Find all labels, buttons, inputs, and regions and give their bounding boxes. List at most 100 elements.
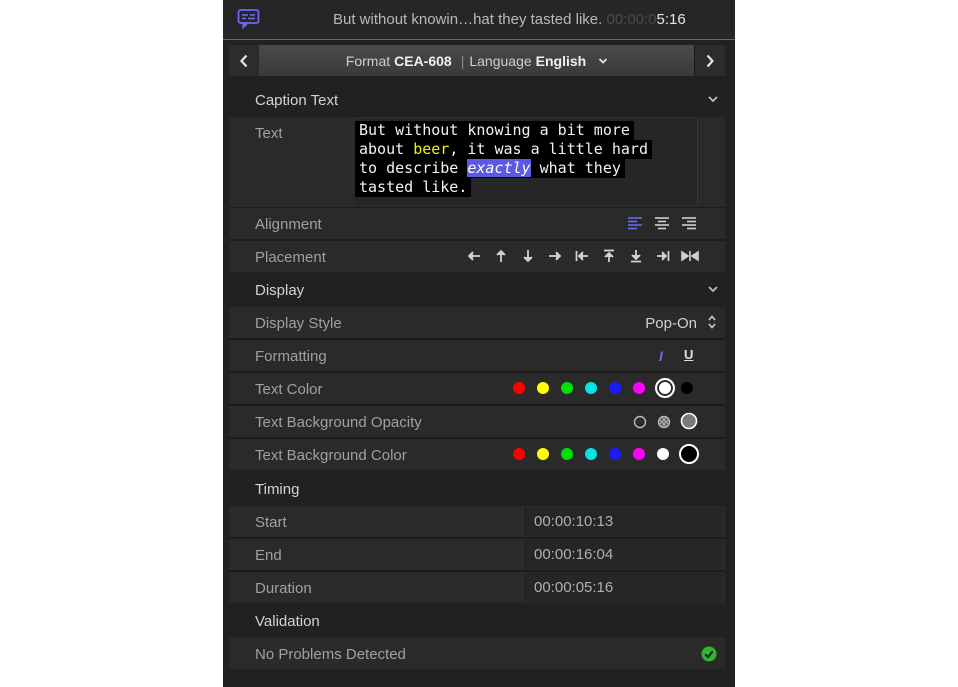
caption-preview-text: But without knowin…hat they tasted like. [333, 11, 603, 28]
display-style-label: Display Style [255, 315, 342, 332]
format-value: CEA-608 [394, 52, 452, 69]
section-title: Display [255, 282, 305, 299]
color-swatch-yellow[interactable] [537, 382, 549, 394]
validation-status-label: No Problems Detected [255, 646, 406, 663]
formatting-row: Formatting I U [229, 340, 725, 371]
validation-section-header: Validation [229, 605, 725, 636]
validation-status-row: No Problems Detected [229, 638, 725, 669]
caption-line: to describe exactly what they [355, 159, 625, 178]
caption-segment: tasted like. [359, 178, 468, 196]
placement-label: Placement [255, 249, 326, 266]
text-label: Text [255, 125, 283, 142]
start-timecode-field[interactable]: 00:00:10:13 [525, 507, 722, 536]
duration-timecode-value: 00:00:05:16 [534, 579, 614, 596]
move-center-icon[interactable] [681, 249, 699, 263]
timing-section-header: Timing [229, 473, 725, 504]
alignment-label: Alignment [255, 216, 322, 233]
format-label: Format [345, 52, 391, 69]
duration-row: Duration 00:00:05:16 [229, 572, 725, 603]
updown-arrows-icon [708, 315, 716, 329]
end-timecode-value: 00:00:16:04 [534, 546, 614, 563]
checkmark-icon [701, 646, 717, 662]
color-swatch-blue[interactable] [609, 382, 621, 394]
text-background-color-label: Text Background Color [255, 447, 407, 464]
text-color-row: Text Color [229, 373, 725, 404]
bg-swatch-white[interactable] [657, 448, 669, 460]
next-caption-button[interactable] [694, 45, 725, 76]
start-timecode-value: 00:00:10:13 [534, 513, 614, 530]
format-language-dropdown[interactable]: Format CEA-608 | Language English [259, 45, 695, 76]
caption-preview-title: But without knowin…hat they tasted like.… [333, 11, 686, 28]
opacity-solid-icon[interactable] [680, 412, 698, 430]
caption-text-section-header[interactable]: Caption Text [229, 84, 725, 115]
placement-row: Placement [229, 241, 725, 272]
alignment-row: Alignment [229, 208, 725, 239]
timecode-dim: 00:00:0 [606, 11, 657, 28]
bg-swatch-blue[interactable] [609, 448, 621, 460]
bg-swatch-black-selected[interactable] [679, 444, 699, 464]
chevron-down-icon [708, 96, 718, 103]
inspector-header: But without knowin…hat they tasted like.… [223, 0, 735, 40]
color-swatch-red[interactable] [513, 382, 525, 394]
caption-segment-selected: exactly [467, 159, 531, 177]
align-center-icon[interactable] [654, 216, 670, 230]
display-section-header[interactable]: Display [229, 274, 725, 305]
color-swatch-white-selected[interactable] [655, 378, 675, 398]
section-title: Timing [255, 481, 300, 498]
captions-inspector: But without knowin…hat they tasted like.… [223, 0, 735, 687]
bg-swatch-cyan[interactable] [585, 448, 597, 460]
arrow-left-icon[interactable] [467, 249, 481, 263]
move-bottom-icon[interactable] [629, 249, 643, 263]
chevron-left-icon [240, 54, 248, 67]
caption-segment: to describe [359, 159, 468, 177]
previous-caption-button[interactable] [229, 45, 260, 76]
move-far-right-icon[interactable] [656, 249, 670, 263]
caption-text-editor[interactable]: But without knowing a bit more about bee… [355, 119, 698, 205]
align-right-icon[interactable] [681, 216, 697, 230]
bg-swatch-green[interactable] [561, 448, 573, 460]
duration-timecode-field[interactable]: 00:00:05:16 [525, 573, 722, 602]
caption-segment: about [359, 140, 414, 158]
arrow-down-icon[interactable] [521, 249, 535, 263]
caption-segment: But without knowing a bit more [359, 121, 630, 139]
underline-button[interactable]: U [684, 347, 693, 362]
end-label: End [255, 547, 282, 564]
text-color-label: Text Color [255, 381, 323, 398]
chevron-down-icon [708, 286, 718, 293]
color-swatch-black[interactable] [681, 382, 693, 394]
display-style-row[interactable]: Display Style Pop-On [229, 307, 725, 338]
opacity-translucent-icon[interactable] [657, 415, 671, 429]
bg-swatch-magenta[interactable] [633, 448, 645, 460]
end-row: End 00:00:16:04 [229, 539, 725, 570]
language-value: English [535, 52, 587, 69]
bg-swatch-red[interactable] [513, 448, 525, 460]
text-background-opacity-label: Text Background Opacity [255, 414, 422, 431]
move-top-icon[interactable] [602, 249, 616, 263]
duration-label: Duration [255, 580, 312, 597]
move-far-left-icon[interactable] [575, 249, 589, 263]
arrow-up-icon[interactable] [494, 249, 508, 263]
italic-button[interactable]: I [659, 348, 663, 364]
caption-format-bar: Format CEA-608 | Language English [229, 45, 725, 76]
language-label: Language [469, 52, 532, 69]
opacity-transparent-icon[interactable] [633, 415, 647, 429]
color-swatch-cyan[interactable] [585, 382, 597, 394]
caption-line: about beer, it was a little hard [355, 140, 652, 159]
formatting-label: Formatting [255, 348, 327, 365]
section-title: Caption Text [255, 92, 339, 109]
start-label: Start [255, 514, 287, 531]
end-timecode-field[interactable]: 00:00:16:04 [525, 540, 722, 569]
caption-line: But without knowing a bit more [355, 121, 634, 140]
start-row: Start 00:00:10:13 [229, 506, 725, 537]
caption-segment: what they [530, 159, 621, 177]
color-swatch-green[interactable] [561, 382, 573, 394]
chevron-right-icon [706, 54, 714, 67]
section-title: Validation [255, 613, 320, 630]
color-swatch-magenta[interactable] [633, 382, 645, 394]
caption-text-row: Text But without knowing a bit more abou… [229, 117, 725, 207]
caption-icon [237, 9, 260, 30]
bg-swatch-yellow[interactable] [537, 448, 549, 460]
arrow-right-icon[interactable] [548, 249, 562, 263]
caption-segment-yellow: beer [413, 140, 450, 158]
align-left-icon[interactable] [627, 216, 643, 230]
